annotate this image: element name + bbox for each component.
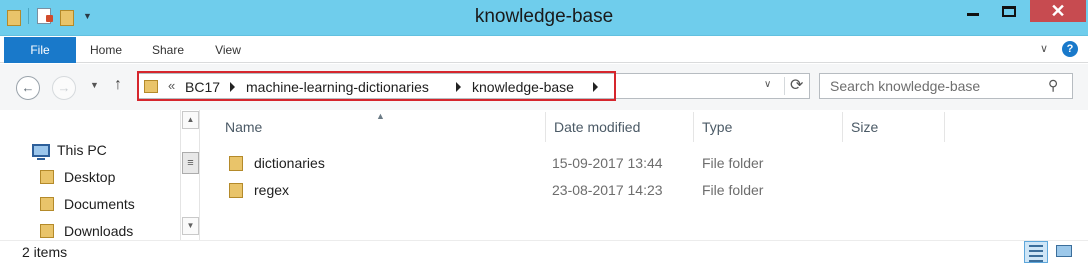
computer-icon: [32, 143, 50, 160]
maximize-button[interactable]: [992, 0, 1026, 22]
minimize-icon: [967, 12, 979, 16]
close-button[interactable]: ✕: [1030, 0, 1086, 22]
expand-ribbon-chevron-icon[interactable]: ∨: [1040, 42, 1048, 55]
folder-icon: [40, 224, 54, 238]
navigation-bar: ← → ▼ ↑ « BC17 machine-learning-dictiona…: [0, 64, 1088, 110]
help-icon[interactable]: ?: [1062, 41, 1078, 57]
scroll-up-arrow-icon[interactable]: ▲: [182, 111, 199, 129]
file-type: File folder: [702, 182, 764, 198]
folder-icon: [229, 156, 243, 171]
tree-item-this-pc[interactable]: This PC: [32, 142, 107, 160]
folder-icon: [40, 197, 54, 211]
large-icons-view-icon: [1056, 245, 1072, 257]
scroll-down-arrow-icon[interactable]: ▼: [182, 217, 199, 235]
tree-item-documents[interactable]: Documents: [40, 196, 135, 212]
folder-icon: [40, 170, 54, 184]
file-type: File folder: [702, 155, 764, 171]
column-header-name[interactable]: Name: [217, 112, 546, 142]
tree-item-label: This PC: [57, 142, 107, 158]
ribbon: File Home Share View ∨ ?: [0, 37, 1088, 63]
tab-home[interactable]: Home: [82, 37, 130, 63]
details-view-button[interactable]: [1024, 241, 1048, 263]
large-icons-view-button[interactable]: [1052, 241, 1076, 263]
status-bar: 2 items: [0, 240, 1088, 272]
nav-pane-scrollbar[interactable]: ▲ ≡ ▼: [180, 110, 200, 240]
file-row[interactable]: dictionaries 15-09-2017 13:44 File folde…: [225, 151, 945, 177]
tree-item-label: Desktop: [64, 169, 116, 185]
details-view-icon: [1029, 245, 1043, 247]
address-history-dropdown-icon[interactable]: ∨: [764, 79, 771, 90]
close-icon: ✕: [1050, 0, 1066, 21]
tab-share[interactable]: Share: [144, 37, 192, 63]
title-bar: ▼ knowledge-base ✕: [0, 0, 1088, 36]
column-header-size[interactable]: Size: [843, 112, 945, 142]
forward-button[interactable]: →: [52, 76, 76, 100]
search-icon[interactable]: ⚲: [1048, 77, 1058, 94]
tree-item-label: Documents: [64, 196, 135, 212]
navigation-pane: This PC Desktop Documents Downloads: [0, 110, 180, 240]
file-list: ▲ Name Date modified Type Size dictionar…: [201, 110, 1088, 240]
column-header-date-modified[interactable]: Date modified: [546, 112, 694, 142]
file-name: dictionaries: [254, 155, 325, 171]
file-name: regex: [254, 182, 290, 198]
address-highlight-box: [137, 71, 616, 101]
scroll-thumb[interactable]: ≡: [182, 152, 199, 174]
file-date-modified: 15-09-2017 13:44: [552, 155, 663, 171]
up-button[interactable]: ↑: [114, 76, 122, 94]
tree-item-downloads[interactable]: Downloads: [40, 223, 133, 239]
maximize-icon: [1002, 5, 1016, 17]
search-input[interactable]: [820, 74, 1040, 98]
recent-locations-dropdown-icon[interactable]: ▼: [90, 80, 99, 90]
tree-item-desktop[interactable]: Desktop: [40, 169, 115, 185]
back-button[interactable]: ←: [16, 76, 40, 100]
tab-view[interactable]: View: [204, 37, 252, 63]
window-title: knowledge-base: [474, 6, 614, 27]
file-date-modified: 23-08-2017 14:23: [552, 182, 663, 198]
item-count: 2 items: [22, 244, 68, 260]
refresh-icon[interactable]: ⟳: [790, 75, 803, 95]
column-header-type[interactable]: Type: [694, 112, 843, 142]
folder-icon: [229, 183, 243, 198]
divider: [784, 77, 785, 95]
tree-item-label: Downloads: [64, 223, 134, 239]
file-row[interactable]: regex 23-08-2017 14:23 File folder: [225, 178, 945, 204]
minimize-button[interactable]: [958, 0, 988, 22]
search-box[interactable]: ⚲: [819, 73, 1073, 99]
tab-file[interactable]: File: [4, 37, 76, 63]
